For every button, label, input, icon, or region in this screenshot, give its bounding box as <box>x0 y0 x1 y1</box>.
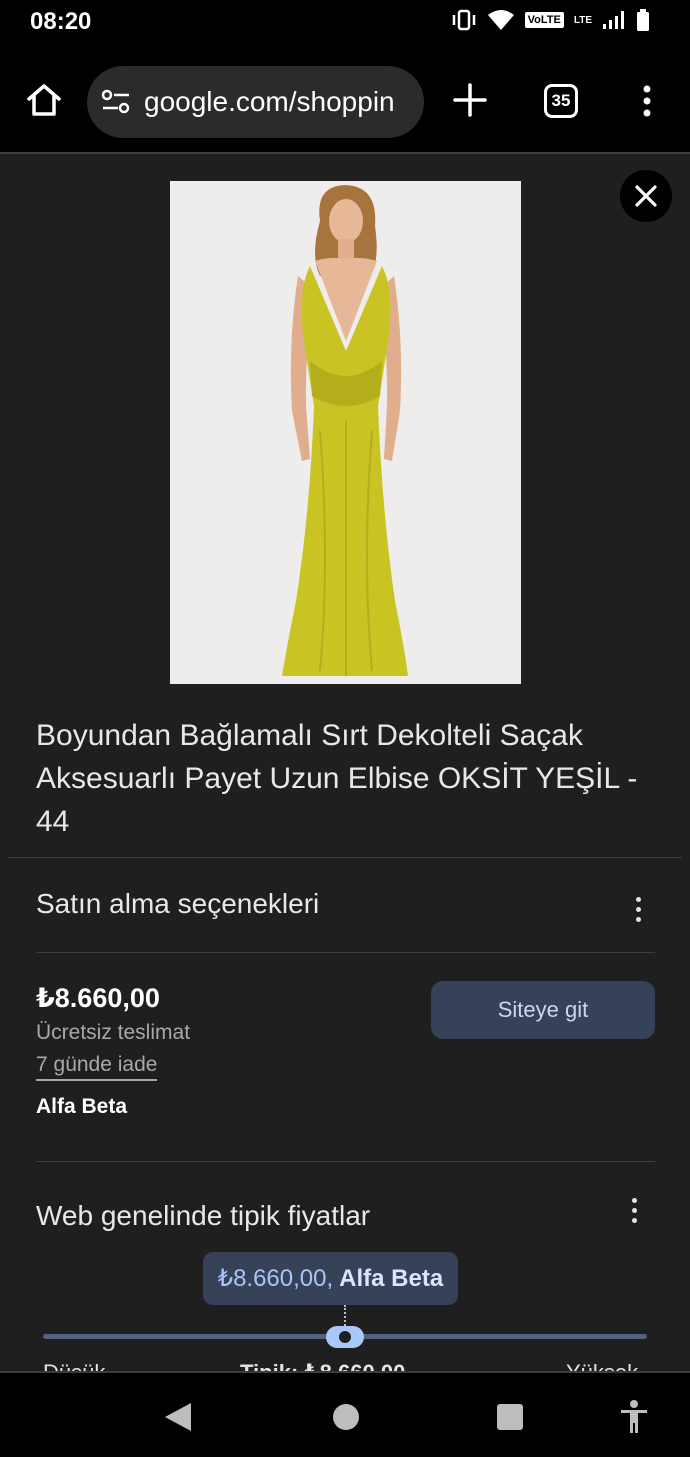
system-nav-bar <box>0 1371 690 1457</box>
home-nav-icon[interactable] <box>331 1402 361 1432</box>
vibrate-icon <box>452 9 475 31</box>
visit-site-button[interactable]: Siteye git <box>431 981 655 1039</box>
url-text[interactable]: google.com/shoppin <box>144 86 395 118</box>
divider <box>8 857 682 858</box>
accessibility-icon[interactable] <box>619 1399 649 1435</box>
product-title: Boyundan Bağlamalı Sırt Dekolteli Saçak … <box>36 719 638 838</box>
price-tooltip: ₺8.660,00, Alfa Beta <box>203 1252 458 1305</box>
shipping-info: Ücretsiz teslimat <box>36 1021 191 1044</box>
status-bar: 08:20 VoLTE LTE <box>0 0 690 46</box>
divider <box>36 952 655 953</box>
dress-illustration <box>282 185 408 676</box>
seller-name: Alfa Beta <box>36 1095 128 1118</box>
signal-icon <box>603 11 624 29</box>
wifi-icon <box>487 10 514 30</box>
purchase-options-heading: Satın alma seçenekleri <box>36 888 320 919</box>
tooltip-seller: Alfa Beta <box>339 1264 444 1292</box>
product-image[interactable] <box>170 181 521 684</box>
back-icon[interactable] <box>163 1401 193 1433</box>
status-time: 08:20 <box>30 8 92 35</box>
url-bar[interactable]: google.com/shoppin <box>87 66 424 138</box>
new-tab-button[interactable] <box>452 82 488 123</box>
site-settings-icon[interactable] <box>101 88 131 116</box>
purchase-options-menu-icon[interactable] <box>633 897 643 922</box>
typical-prices-menu-icon[interactable] <box>629 1198 639 1223</box>
recents-icon[interactable] <box>495 1402 525 1432</box>
close-icon <box>635 185 657 207</box>
typical-prices-heading: Web genelinde tipik fiyatlar <box>36 1200 371 1231</box>
divider <box>36 1161 655 1162</box>
home-icon <box>27 84 61 116</box>
status-icons: VoLTE LTE <box>451 9 650 31</box>
price-marker[interactable] <box>326 1326 364 1348</box>
more-vert-icon <box>643 85 651 117</box>
plus-icon <box>453 83 487 117</box>
battery-icon <box>637 9 649 31</box>
tab-switcher-button[interactable]: 35 <box>544 84 578 118</box>
volte-badge: VoLTE <box>524 12 564 28</box>
close-button[interactable] <box>620 170 672 222</box>
offer-price: ₺8.660,00 <box>36 983 160 1013</box>
tooltip-price: ₺8.660,00, <box>217 1265 334 1292</box>
browser-toolbar: google.com/shoppin 35 <box>0 46 690 154</box>
browser-menu-button[interactable] <box>641 84 653 123</box>
returns-link[interactable]: 7 günde iade <box>36 1053 158 1081</box>
home-button[interactable] <box>24 80 64 120</box>
lte-label: LTE <box>573 14 592 26</box>
